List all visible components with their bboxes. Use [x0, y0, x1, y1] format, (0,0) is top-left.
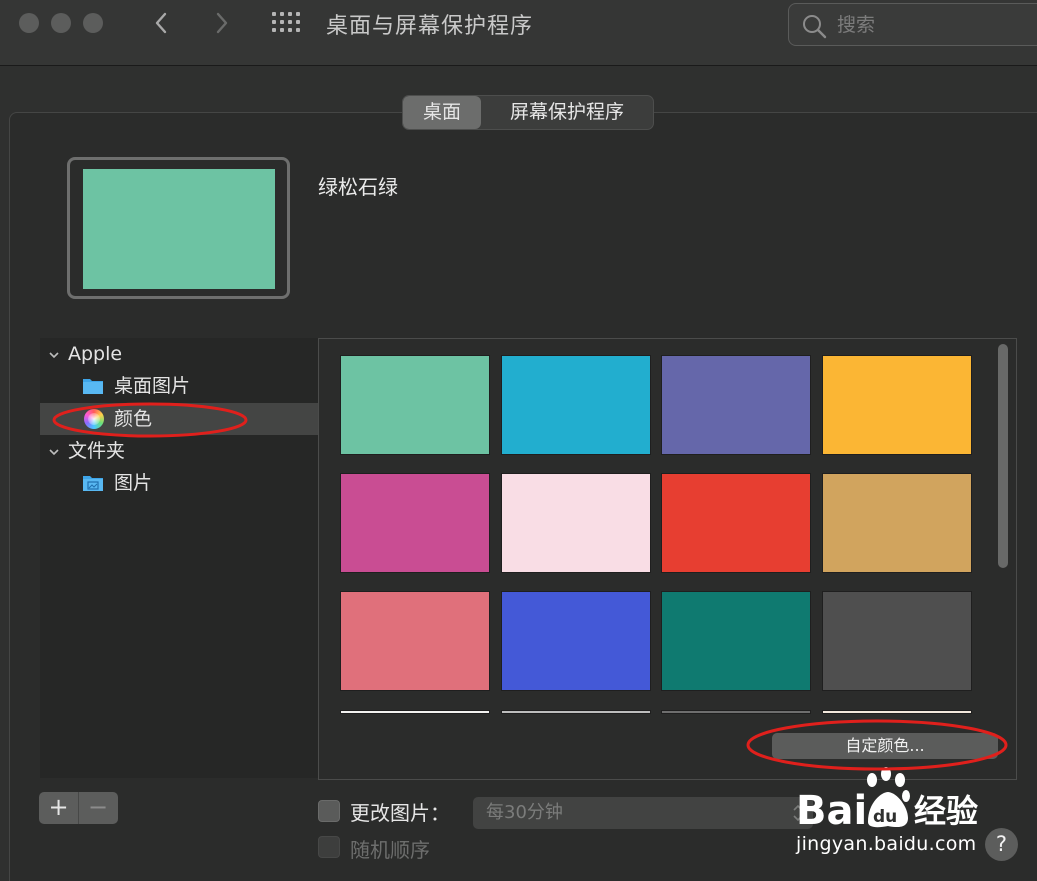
- tab-bar: 桌面 屏幕保护程序: [402, 95, 654, 130]
- random-order-checkbox[interactable]: [318, 836, 340, 858]
- sidebar-group-label: 文件夹: [68, 440, 126, 462]
- color-swatch-grid: [318, 338, 1017, 780]
- color-swatch[interactable]: [822, 355, 972, 455]
- color-swatch[interactable]: [822, 710, 972, 714]
- search-field[interactable]: [788, 3, 1037, 46]
- watermark-url: jingyan.baidu.com: [796, 833, 977, 855]
- help-button[interactable]: ?: [985, 828, 1018, 861]
- sidebar-group-label: Apple: [68, 343, 123, 365]
- forward-arrow-icon[interactable]: [206, 8, 236, 38]
- sidebar-item-label: 图片: [114, 472, 153, 494]
- add-folder-button[interactable]: +: [39, 792, 78, 824]
- source-sidebar: Apple 桌面图片 颜色 文件夹 图片: [40, 338, 318, 778]
- color-swatch[interactable]: [661, 473, 811, 573]
- sidebar-item-label: 桌面图片: [114, 375, 191, 397]
- search-icon: [803, 15, 827, 39]
- svg-text:经验: 经验: [914, 792, 978, 830]
- sidebar-item-desktop-pictures[interactable]: 桌面图片: [40, 370, 318, 402]
- color-swatch[interactable]: [340, 355, 490, 455]
- color-swatch[interactable]: [661, 355, 811, 455]
- color-swatch[interactable]: [822, 591, 972, 691]
- color-swatch[interactable]: [340, 710, 490, 714]
- sidebar-item-label: 颜色: [114, 408, 153, 430]
- color-swatch[interactable]: [501, 591, 651, 691]
- color-swatch[interactable]: [661, 710, 811, 714]
- remove-folder-button[interactable]: −: [78, 792, 117, 824]
- show-all-grid-icon[interactable]: [272, 12, 302, 36]
- color-swatch[interactable]: [340, 591, 490, 691]
- color-swatch[interactable]: [340, 473, 490, 573]
- color-wheel-icon: [84, 409, 104, 429]
- title-bar: 桌面与屏幕保护程序: [0, 0, 1037, 66]
- add-remove-control: + −: [39, 792, 118, 824]
- window-title: 桌面与屏幕保护程序: [326, 14, 534, 39]
- color-swatch[interactable]: [501, 710, 651, 714]
- tab-screensaver[interactable]: 屏幕保护程序: [481, 96, 653, 129]
- color-swatch[interactable]: [501, 355, 651, 455]
- color-swatch[interactable]: [822, 473, 972, 573]
- grid-scrollbar-thumb[interactable]: [998, 344, 1008, 568]
- close-window-button[interactable]: [19, 13, 39, 33]
- selected-color-name: 绿松石绿: [318, 175, 398, 199]
- zoom-window-button[interactable]: [83, 13, 103, 33]
- chevron-down-icon[interactable]: [48, 349, 60, 361]
- sidebar-item-pictures[interactable]: 图片: [40, 467, 318, 499]
- minimize-window-button[interactable]: [51, 13, 71, 33]
- color-swatch[interactable]: [661, 591, 811, 691]
- custom-color-button[interactable]: 自定颜色...: [772, 733, 998, 759]
- svg-text:du: du: [873, 807, 897, 827]
- back-arrow-icon[interactable]: [147, 8, 177, 38]
- folder-icon: [83, 379, 103, 394]
- random-order-label: 随机顺序: [350, 838, 430, 862]
- change-picture-checkbox[interactable]: [318, 800, 340, 822]
- change-interval-value: 每30分钟: [486, 802, 563, 823]
- tab-desktop[interactable]: 桌面: [403, 96, 481, 129]
- sidebar-group-folders[interactable]: 文件夹: [40, 435, 318, 467]
- preview-color-swatch: [83, 169, 275, 289]
- sidebar-group-apple[interactable]: Apple: [40, 338, 318, 370]
- sidebar-item-colors[interactable]: 颜色: [40, 403, 318, 435]
- change-interval-select[interactable]: 每30分钟: [473, 797, 813, 829]
- search-input[interactable]: [837, 10, 1027, 40]
- color-swatch[interactable]: [501, 473, 651, 573]
- baidu-jingyan-watermark-logo: Bai du 经验: [796, 767, 978, 834]
- svg-text:Bai: Bai: [796, 788, 867, 834]
- pictures-folder-icon: [83, 476, 103, 491]
- chevron-down-icon[interactable]: [48, 446, 60, 458]
- desktop-preview: [67, 157, 290, 299]
- change-picture-label: 更改图片：: [350, 801, 450, 825]
